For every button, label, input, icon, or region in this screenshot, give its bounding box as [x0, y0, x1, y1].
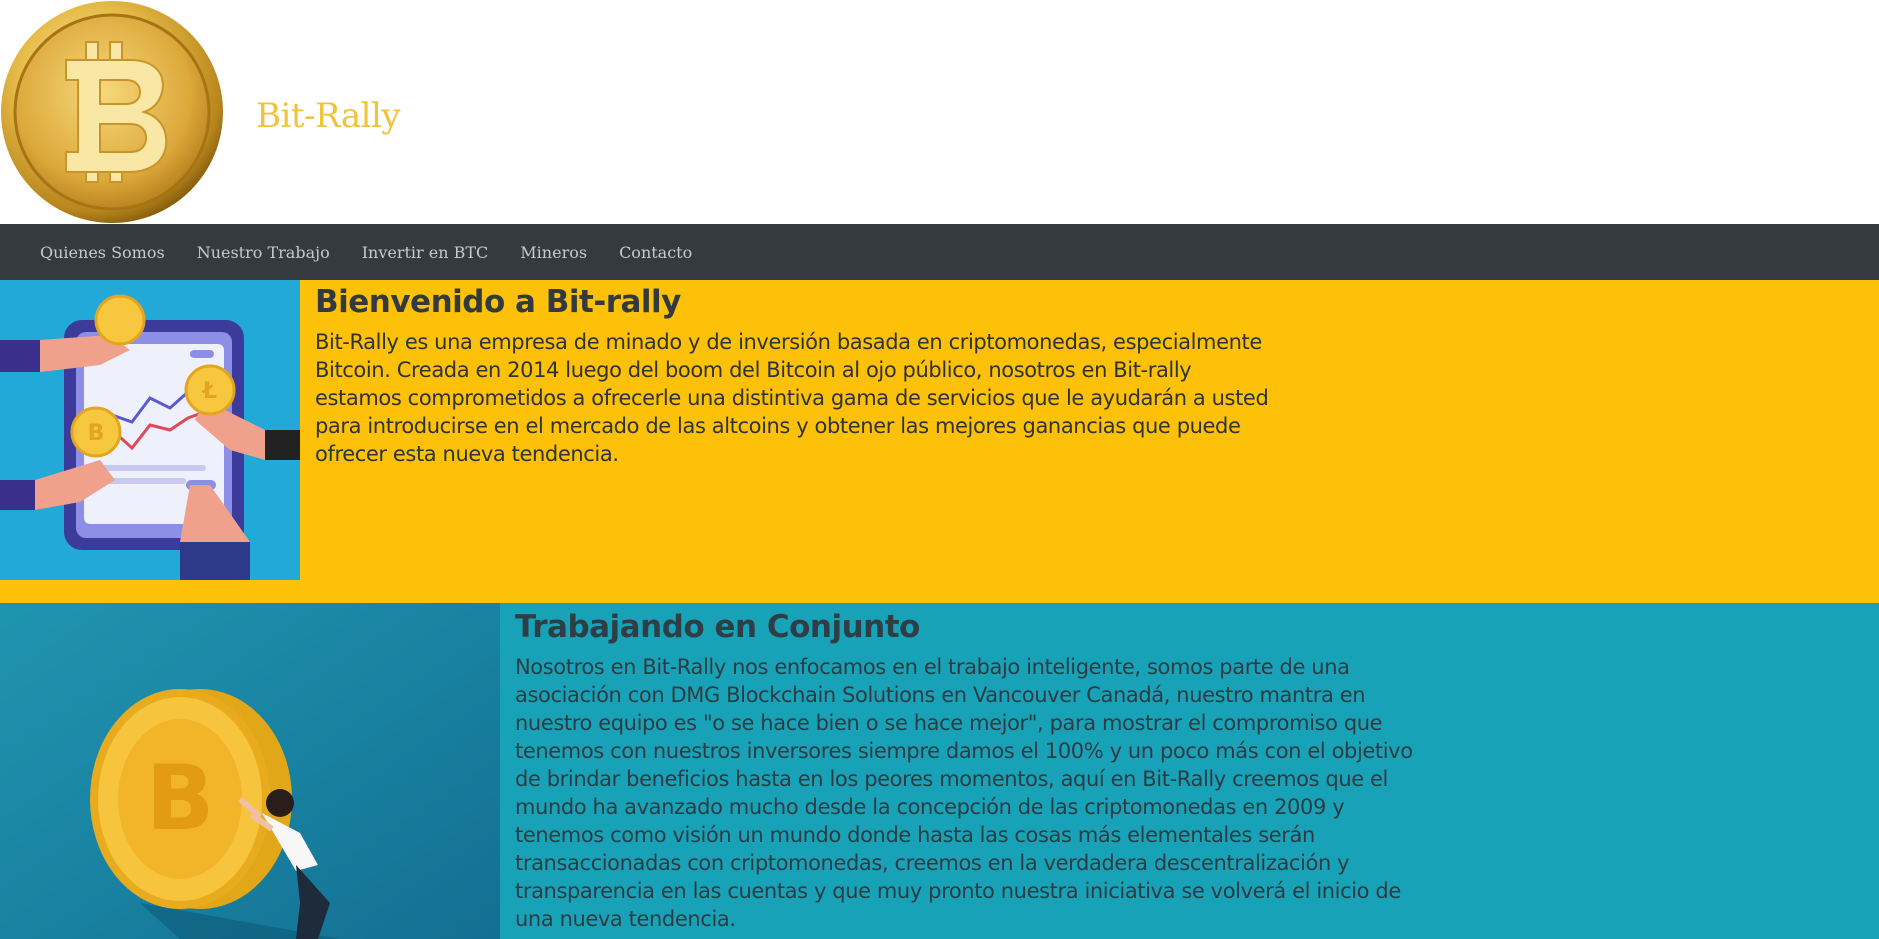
welcome-section: Ł B Bienvenido a Bit-rally Bit-Rally es …	[0, 280, 1879, 603]
welcome-paragraph: Bit-Rally es una empresa de minado y de …	[315, 330, 1269, 466]
crypto-trading-illustration: Ł B	[0, 280, 300, 580]
nav-list: Quienes Somos Nuestro Trabajo Invertir e…	[24, 224, 708, 280]
teamwork-paragraph: Nosotros en Bit-Rally nos enfocamos en e…	[515, 655, 1413, 931]
teamwork-text-block: Trabajando en Conjunto Nosotros en Bit-R…	[515, 603, 1435, 933]
teamwork-section: B Trabajando en Conjunto Nosotros en Bit…	[0, 603, 1879, 939]
nav-item-contacto[interactable]: Contacto	[603, 243, 708, 262]
brand-name[interactable]: Bit-Rally	[256, 96, 401, 136]
svg-text:B: B	[146, 746, 215, 851]
bitcoin-coin-icon[interactable]	[0, 0, 225, 224]
site-header: Bit-Rally	[0, 0, 1879, 224]
welcome-text-block: Bienvenido a Bit-rally Bit-Rally es una …	[315, 280, 1275, 468]
nav-item-quienes-somos[interactable]: Quienes Somos	[24, 243, 181, 262]
svg-text:Ł: Ł	[202, 379, 217, 404]
nav-item-mineros[interactable]: Mineros	[504, 243, 603, 262]
nav-item-nuestro-trabajo[interactable]: Nuestro Trabajo	[181, 243, 346, 262]
woman-pushing-bitcoin-illustration: B	[0, 603, 500, 939]
teamwork-heading: Trabajando en Conjunto	[515, 609, 920, 645]
main-navbar: Quienes Somos Nuestro Trabajo Invertir e…	[0, 224, 1879, 280]
nav-item-invertir-btc[interactable]: Invertir en BTC	[346, 243, 505, 262]
svg-text:B: B	[88, 421, 105, 446]
welcome-heading: Bienvenido a Bit-rally	[315, 284, 681, 320]
